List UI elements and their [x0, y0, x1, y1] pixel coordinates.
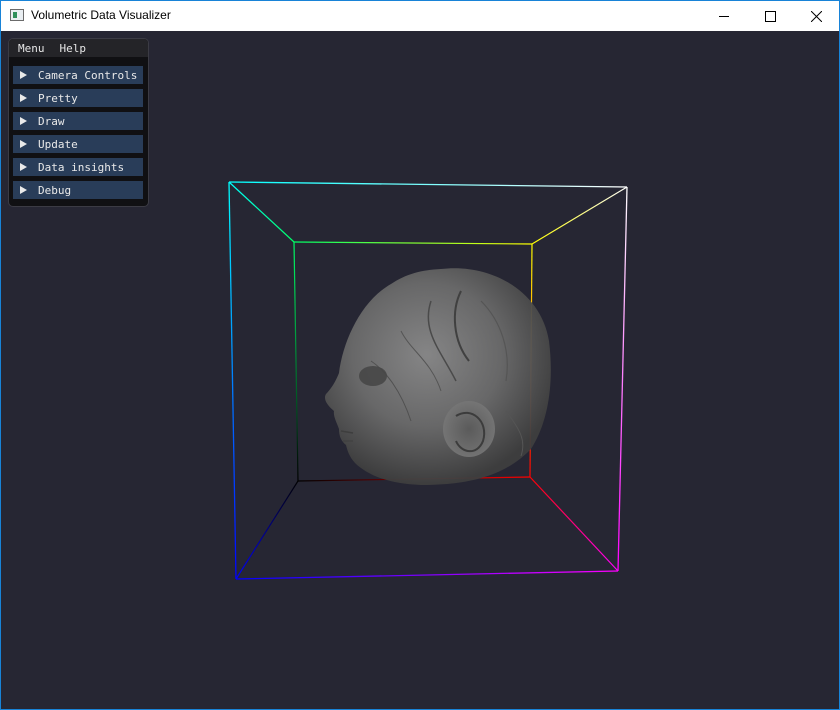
expand-arrow-icon: [20, 186, 27, 194]
expand-arrow-icon: [20, 117, 27, 125]
volume-head: [324, 268, 551, 485]
section-label: Draw: [38, 114, 65, 128]
menu-help[interactable]: Help: [60, 42, 87, 55]
section-debug[interactable]: Debug: [13, 181, 143, 199]
section-label: Update: [38, 137, 78, 151]
window-title: Volumetric Data Visualizer: [31, 8, 171, 22]
panel-menubar: Menu Help: [9, 39, 148, 57]
expand-arrow-icon: [20, 94, 27, 102]
section-update[interactable]: Update: [13, 135, 143, 153]
close-icon: [810, 10, 822, 22]
section-label: Debug: [38, 183, 72, 197]
section-pretty[interactable]: Pretty: [13, 89, 143, 107]
section-label: Camera Controls: [38, 68, 138, 82]
section-data-insights[interactable]: Data insights: [13, 158, 143, 176]
menu-menu[interactable]: Menu: [18, 42, 45, 55]
section-draw[interactable]: Draw: [13, 112, 143, 130]
section-label: Pretty: [38, 91, 78, 105]
section-camera-controls[interactable]: Camera Controls: [13, 66, 143, 84]
app-window: Volumetric Data Visualizer Menu Help Cam…: [0, 0, 840, 710]
expand-arrow-icon: [20, 71, 27, 79]
section-label: Data insights: [38, 160, 125, 174]
app-icon: [10, 9, 24, 21]
title-bar[interactable]: Volumetric Data Visualizer: [1, 1, 839, 31]
expand-arrow-icon: [20, 163, 27, 171]
maximize-icon: [764, 10, 776, 22]
expand-arrow-icon: [20, 140, 27, 148]
close-button[interactable]: [793, 1, 839, 31]
minimize-icon: [719, 15, 729, 17]
minimize-button[interactable]: [701, 1, 747, 31]
controls-panel: Menu Help Camera Controls Pretty Draw Up…: [8, 38, 149, 207]
maximize-button[interactable]: [747, 1, 793, 31]
